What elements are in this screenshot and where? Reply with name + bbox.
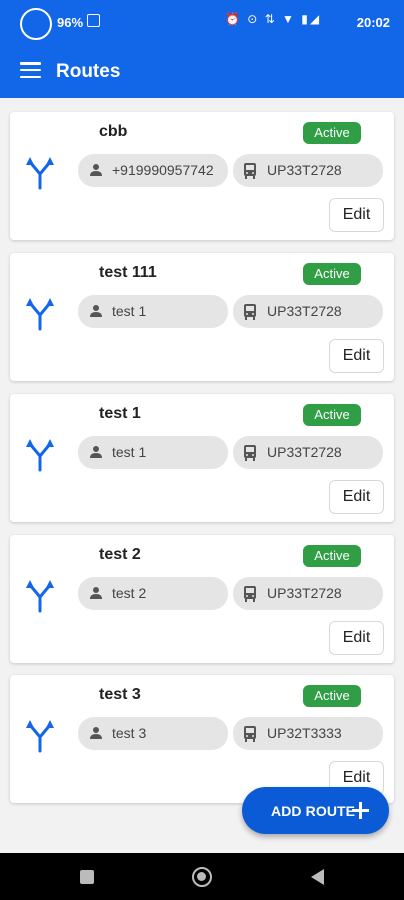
app-bar: Routes	[0, 46, 404, 98]
edit-button[interactable]: Edit	[329, 621, 384, 655]
vehicle-chip: UP33T2728	[233, 577, 383, 610]
page-title: Routes	[56, 61, 121, 82]
route-card[interactable]: cbb Active +919990957742 UP33T2728 Edit	[10, 112, 394, 240]
person-icon	[90, 446, 102, 458]
plus-icon	[352, 802, 369, 819]
route-fork-icon	[26, 720, 54, 753]
route-list[interactable]: cbb Active +919990957742 UP33T2728 Edit …	[0, 98, 404, 853]
battery-ring-icon	[20, 8, 52, 40]
recents-icon[interactable]	[80, 870, 94, 884]
route-fork-icon	[26, 439, 54, 472]
system-nav-bar	[0, 853, 404, 900]
notification-icon	[87, 14, 100, 27]
contact-chip: test 2	[78, 577, 228, 610]
route-card[interactable]: test 111 Active test 1 UP33T2728 Edit	[10, 253, 394, 381]
bus-icon	[244, 304, 256, 320]
status-badge: Active	[303, 404, 361, 426]
route-name: test 1	[99, 405, 141, 422]
bus-icon	[244, 726, 256, 742]
vehicle-chip: UP33T2728	[233, 295, 383, 328]
route-name: test 2	[99, 546, 141, 563]
vehicle-text: UP33T2728	[267, 303, 342, 319]
contact-text: test 1	[112, 303, 147, 319]
contact-text: test 2	[112, 585, 147, 601]
bus-icon	[244, 586, 256, 602]
contact-text: test 1	[112, 444, 147, 460]
edit-button[interactable]: Edit	[329, 198, 384, 232]
menu-icon[interactable]	[20, 62, 41, 79]
vehicle-chip: UP32T3333	[233, 717, 383, 750]
vehicle-chip: UP33T2728	[233, 154, 383, 187]
route-card[interactable]: test 3 Active test 3 UP32T3333 Edit	[10, 675, 394, 803]
person-icon	[90, 305, 102, 317]
route-card[interactable]: test 1 Active test 1 UP33T2728 Edit	[10, 394, 394, 522]
vehicle-text: UP32T3333	[267, 725, 342, 741]
route-card[interactable]: test 2 Active test 2 UP33T2728 Edit	[10, 535, 394, 663]
person-icon	[90, 727, 102, 739]
vehicle-chip: UP33T2728	[233, 436, 383, 469]
contact-chip: +919990957742	[78, 154, 228, 187]
vehicle-text: UP33T2728	[267, 444, 342, 460]
route-name: cbb	[99, 123, 128, 140]
battery-percent: 96%	[57, 15, 84, 30]
contact-text: test 3	[112, 725, 147, 741]
status-badge: Active	[303, 685, 361, 707]
status-badge: Active	[303, 545, 361, 567]
status-bar: 96% ⏰ ⊙ ⇅ ▼ ▮◢ 20:02	[0, 0, 404, 46]
contact-chip: test 1	[78, 436, 228, 469]
bus-icon	[244, 163, 256, 179]
add-route-button[interactable]: ADD ROUTE	[242, 787, 389, 834]
route-name: test 3	[99, 686, 141, 703]
contact-chip: test 3	[78, 717, 228, 750]
status-badge: Active	[303, 263, 361, 285]
person-icon	[90, 164, 102, 176]
status-badge: Active	[303, 122, 361, 144]
contact-chip: test 1	[78, 295, 228, 328]
person-icon	[90, 587, 102, 599]
edit-button[interactable]: Edit	[329, 339, 384, 373]
route-name: test 111	[99, 264, 157, 281]
bus-icon	[244, 445, 256, 461]
route-fork-icon	[26, 157, 54, 190]
back-icon[interactable]	[311, 869, 324, 885]
route-fork-icon	[26, 298, 54, 331]
status-icons: ⏰ ⊙ ⇅ ▼ ▮◢	[225, 12, 322, 26]
vehicle-text: UP33T2728	[267, 585, 342, 601]
route-fork-icon	[26, 580, 54, 613]
edit-button[interactable]: Edit	[329, 480, 384, 514]
contact-text: +919990957742	[112, 162, 214, 178]
vehicle-text: UP33T2728	[267, 162, 342, 178]
clock: 20:02	[356, 15, 390, 30]
home-icon[interactable]	[192, 867, 212, 887]
add-route-label: ADD ROUTE	[271, 803, 356, 819]
